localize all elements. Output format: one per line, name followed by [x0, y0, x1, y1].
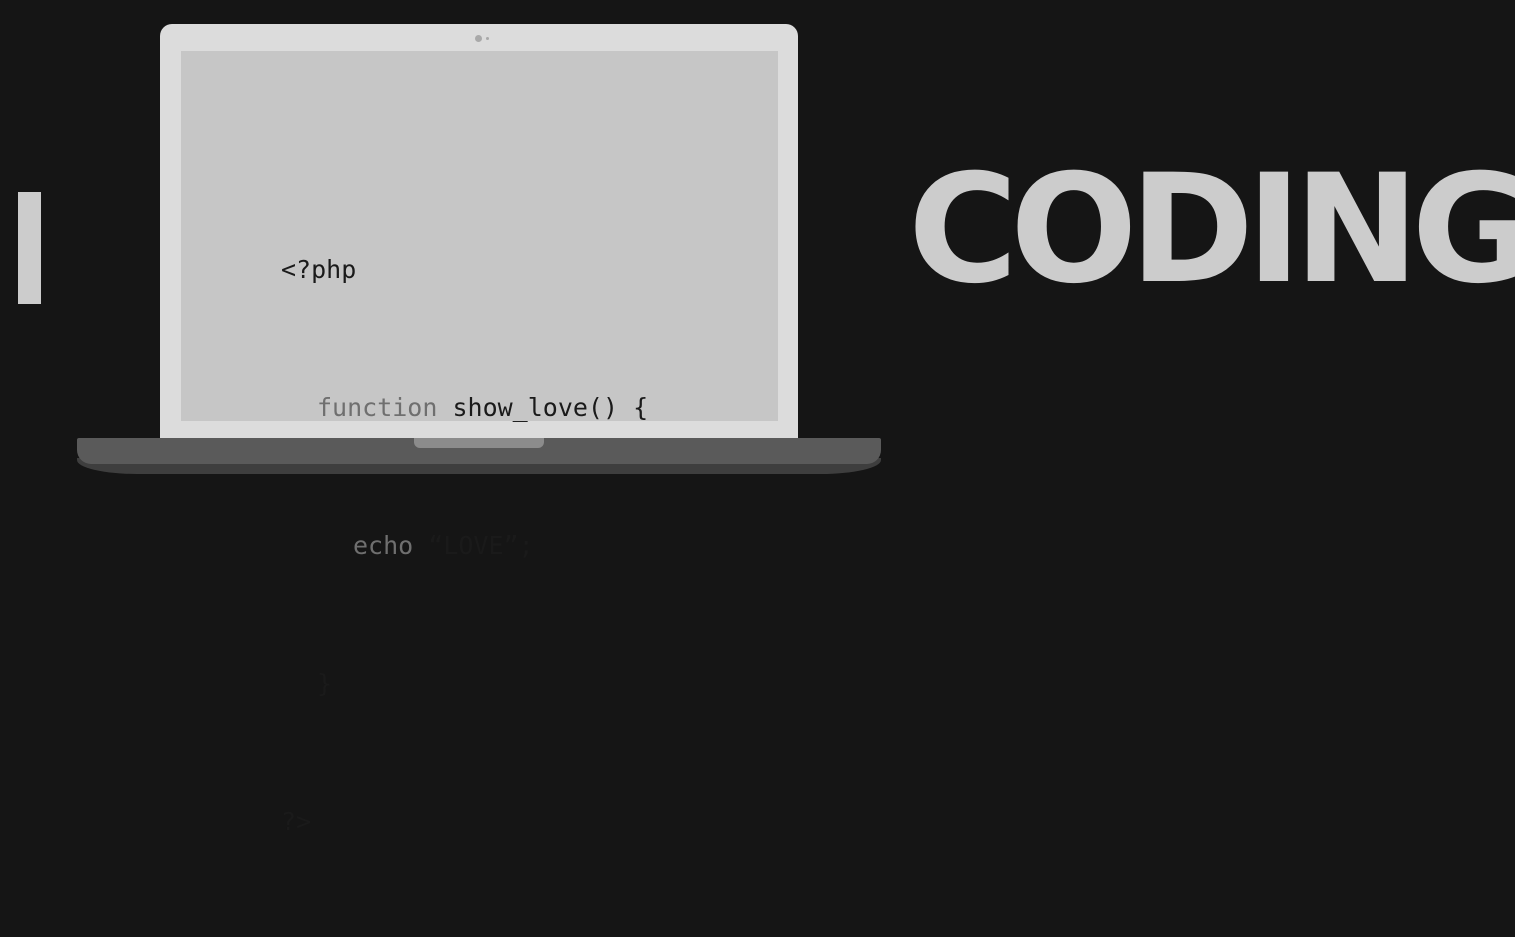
- code-line-3-text: “LOVE”;: [413, 531, 534, 560]
- code-line-2: function show_love() {: [281, 385, 648, 431]
- headline-coding: CODING: [908, 143, 1515, 317]
- laptop-screen: <?php function show_love() { echo “LOVE”…: [181, 51, 778, 836]
- code-line-4-text: }: [317, 669, 333, 698]
- code-line-4: }: [281, 661, 648, 707]
- laptop-lid: <?php function show_love() { echo “LOVE”…: [160, 24, 798, 836]
- webcam-icon: [475, 35, 482, 42]
- code-line-1: <?php: [281, 247, 648, 293]
- code-line-1-text: <?php: [281, 255, 357, 284]
- code-block: <?php function show_love() { echo “LOVE”…: [281, 155, 648, 937]
- code-line-5-text: ?>: [281, 807, 312, 836]
- laptop-hinge-notch: [414, 438, 544, 448]
- code-line-3: echo “LOVE”;: [281, 523, 648, 569]
- code-keyword-echo: echo: [353, 531, 414, 560]
- code-line-5: ?>: [281, 799, 648, 845]
- letter-i-bar: [18, 192, 41, 304]
- code-keyword-function: function: [317, 393, 438, 422]
- webcam-indicator: [486, 37, 489, 40]
- code-line-2-text: show_love() {: [437, 393, 649, 422]
